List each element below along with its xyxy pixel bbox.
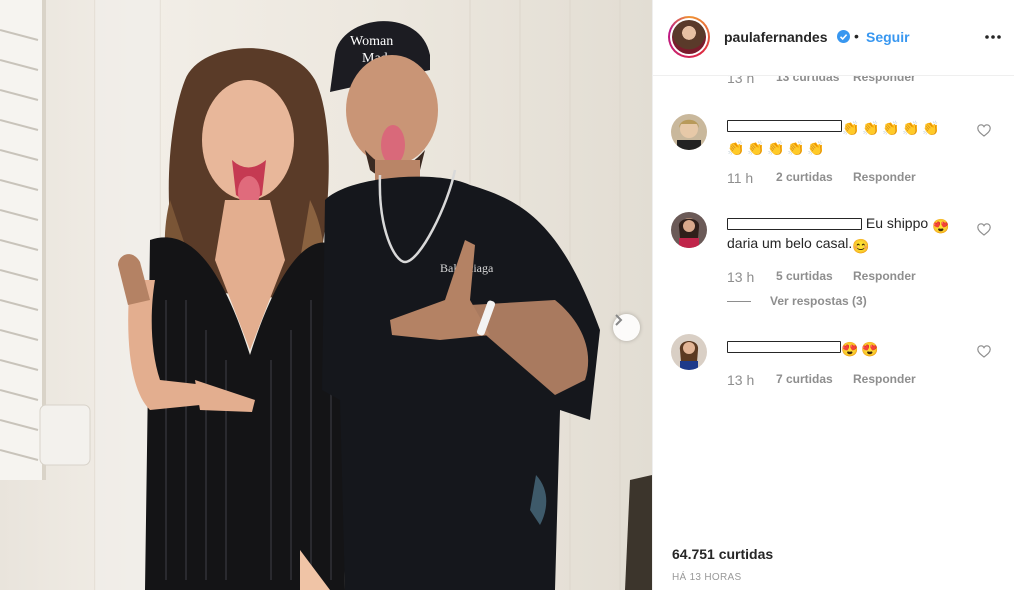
- post-footer: 64.751 curtidas HÁ 13 HORAS: [653, 531, 1014, 590]
- comment-time: 13 h: [727, 372, 755, 388]
- like-heart-icon[interactable]: [977, 223, 991, 236]
- reply-button[interactable]: Responder: [853, 269, 916, 285]
- commenter-avatar[interactable]: [671, 334, 707, 370]
- post-image: Woman Made Balenciaga: [0, 0, 652, 590]
- heart-eyes-emoji-icon: 😍: [932, 218, 950, 234]
- clapping-hands-icon: 👏: [922, 120, 940, 136]
- next-photo-button[interactable]: [613, 314, 640, 341]
- likes-count[interactable]: 64.751 curtidas: [672, 546, 773, 562]
- comment-text: 👏 👏 👏 👏 👏 👏 👏 👏 👏 👏: [727, 116, 967, 156]
- comment-meta: 13 h 13 curtidas Responder: [727, 76, 916, 86]
- clapping-hands-icon: 👏: [747, 140, 765, 156]
- commenter-avatar[interactable]: [671, 212, 707, 248]
- smiling-face-emoji-icon: 😊: [852, 238, 870, 254]
- post-photo[interactable]: Woman Made Balenciaga: [0, 0, 652, 590]
- like-heart-icon[interactable]: [977, 345, 991, 358]
- separator-dot: •: [854, 28, 859, 44]
- reply-button[interactable]: Responder: [853, 170, 916, 186]
- redacted-username[interactable]: [727, 218, 862, 231]
- comment-meta: 13 h 7 curtidas Responder: [727, 372, 916, 388]
- redacted-username[interactable]: [727, 341, 841, 354]
- post-side-panel: paulafernandes • Seguir 13 h 13 curtidas…: [652, 0, 1014, 590]
- heart-eyes-emoji-icon: 😍: [861, 341, 879, 357]
- reply-button[interactable]: Responder: [853, 372, 916, 388]
- comment-likes[interactable]: 7 curtidas: [776, 372, 853, 388]
- clapping-hands-icon: 👏: [807, 140, 825, 156]
- svg-text:Woman: Woman: [350, 34, 393, 49]
- commenter-avatar-image: [671, 212, 707, 248]
- comment-meta: 13 h 5 curtidas Responder: [727, 269, 916, 285]
- clapping-hands-icon: 👏: [767, 140, 785, 156]
- comment-likes[interactable]: 2 curtidas: [776, 170, 853, 186]
- author-avatar[interactable]: [668, 16, 710, 58]
- redacted-username[interactable]: [727, 120, 842, 133]
- clapping-hands-icon: 👏: [862, 120, 880, 136]
- more-options-icon[interactable]: [984, 28, 1002, 46]
- avatar-photo: [672, 20, 706, 54]
- comment-text: Eu shippo 😍 daria um belo casal.😊: [727, 214, 967, 254]
- heart-eyes-emoji-icon: 😍: [841, 341, 859, 357]
- commenter-avatar-image: [671, 114, 707, 150]
- comment-likes[interactable]: 5 curtidas: [776, 269, 853, 285]
- view-replies-button[interactable]: Ver respostas (3): [727, 294, 867, 308]
- clapping-hands-icon: 👏: [842, 120, 860, 136]
- clapping-hands-emoji-row: 👏 👏 👏 👏 👏: [842, 117, 942, 136]
- author-username[interactable]: paulafernandes: [724, 29, 827, 45]
- clapping-hands-icon: 👏: [902, 120, 920, 136]
- like-heart-icon[interactable]: [977, 124, 991, 137]
- comment-meta: 11 h 2 curtidas Responder: [727, 170, 916, 186]
- replies-divider-line: [727, 300, 751, 302]
- comment-time: 11 h: [727, 170, 754, 186]
- verified-badge-icon: [837, 30, 850, 43]
- view-replies-label: Ver respostas (3): [770, 294, 867, 308]
- commenter-avatar[interactable]: [671, 114, 707, 150]
- commenter-avatar-image: [671, 334, 707, 370]
- comment-text: 😍 😍: [727, 337, 967, 357]
- post-timestamp[interactable]: HÁ 13 HORAS: [672, 572, 741, 583]
- reply-button[interactable]: Responder: [853, 76, 916, 86]
- clapping-hands-icon: 👏: [787, 140, 805, 156]
- avatar-inner: [670, 18, 708, 56]
- post-header: paulafernandes • Seguir: [653, 0, 1014, 76]
- comment-body-line2: daria um belo casal.: [727, 235, 853, 251]
- comment-time: 13 h: [727, 76, 755, 86]
- comment-body-line1: Eu shippo: [865, 215, 929, 231]
- clapping-hands-icon: 👏: [727, 140, 745, 156]
- chevron-right-icon: [615, 314, 623, 326]
- comment-likes[interactable]: 13 curtidas: [776, 76, 853, 86]
- clapping-hands-icon: 👏: [882, 120, 900, 136]
- comment-time: 13 h: [727, 269, 755, 285]
- comments-list[interactable]: 13 h 13 curtidas Responder 👏 👏 👏 👏 👏 👏 👏 👏 👏 👏 1…: [653, 76, 1014, 531]
- follow-button[interactable]: Seguir: [866, 29, 910, 45]
